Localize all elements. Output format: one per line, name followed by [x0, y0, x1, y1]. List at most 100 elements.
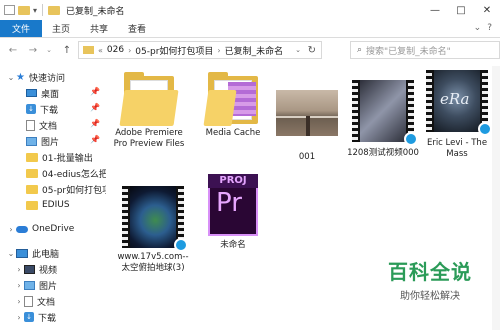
sidebar-item-pc-pictures[interactable]: › 图片 [14, 278, 57, 292]
sidebar-item-downloads[interactable]: ↓ 下载 [26, 102, 58, 116]
minimize-button[interactable]: — [422, 0, 448, 20]
expand-ribbon-icon[interactable]: ⌄ [474, 23, 482, 33]
file-item[interactable]: Media Cache [194, 70, 272, 139]
recent-locations-button[interactable]: ⌄ [42, 46, 56, 54]
chevron-right-icon[interactable]: › [14, 281, 24, 290]
sidebar-item-folder-04[interactable]: 04-edius怎么把 [26, 166, 108, 180]
maximize-button[interactable]: □ [448, 0, 474, 20]
file-item[interactable]: 1208测试视频000 [344, 80, 422, 159]
image-thumbnail [276, 90, 338, 136]
watermark-title: 百科全说 [388, 260, 472, 284]
help-icon[interactable]: ? [487, 23, 492, 33]
sidebar-item-pictures[interactable]: 图片 [26, 134, 59, 148]
chevron-right-icon[interactable]: › [14, 313, 24, 322]
thumbnail-text: eRa [440, 90, 470, 108]
file-name: 1208测试视频000 [347, 148, 419, 158]
file-name: 001 [298, 152, 316, 162]
tab-view[interactable]: 查看 [118, 20, 156, 37]
pin-icon[interactable]: 📌 [90, 87, 100, 96]
pin-icon[interactable]: 📌 [90, 103, 100, 112]
sidebar-item-folder-05[interactable]: 05-pr如何打包项 [26, 182, 111, 196]
sidebar-item-label: 01-批量输出 [42, 153, 93, 164]
chevron-right-icon[interactable]: › [14, 265, 24, 274]
chevron-right-icon[interactable]: › [6, 225, 16, 234]
video-badge-icon [478, 122, 492, 136]
sidebar-item-pc-documents[interactable]: › 文档 [14, 294, 55, 308]
sidebar-item-label: 下载 [40, 105, 59, 116]
search-placeholder: 搜索"已复制_未命名" [366, 46, 451, 57]
tab-home[interactable]: 主页 [42, 20, 80, 37]
document-icon [26, 119, 35, 131]
address-bar[interactable]: « 026 › 05-pr如何打包项目 › 已复制_未命名 ⌄ ↻ [78, 41, 322, 59]
sidebar-item-documents[interactable]: 文档 [26, 118, 57, 132]
sidebar-item-label: 图片 [41, 137, 60, 148]
pin-icon[interactable]: 📌 [90, 119, 100, 128]
desktop-icon [26, 89, 37, 97]
sidebar-item-onedrive[interactable]: › OneDrive [6, 222, 74, 236]
search-box[interactable]: ⌕ 搜索"已复制_未命名" [350, 41, 500, 59]
sidebar-item-label: 快速访问 [28, 73, 65, 84]
sidebar-item-label: 视频 [39, 265, 58, 276]
folder-icon [203, 70, 260, 126]
video-badge-icon [174, 238, 188, 252]
address-dropdown-icon[interactable]: ⌄ [295, 46, 301, 54]
premiere-project-icon: PROJ Pr [208, 174, 258, 236]
breadcrumb-05[interactable]: 05-pr如何打包项目 [135, 44, 213, 57]
back-button[interactable]: ← [6, 45, 20, 56]
chevron-down-icon[interactable]: ⌄ [6, 249, 16, 258]
pictures-icon [24, 280, 35, 290]
pictures-icon [26, 136, 37, 146]
sidebar-item-quick-access[interactable]: ⌄ ★ 快速访问 [6, 70, 65, 84]
download-icon: ↓ [26, 104, 36, 114]
file-item[interactable]: Adobe Premiere Pro Preview Files [110, 70, 188, 150]
file-item[interactable]: www.17v5.com--太空俯拍地球(3) [114, 186, 192, 274]
customize-toolbar-icon[interactable]: ▾ [33, 6, 37, 15]
breadcrumb-current[interactable]: 已复制_未命名 [225, 44, 284, 57]
pin-icon[interactable]: 📌 [90, 135, 100, 144]
file-name: 未命名 [220, 240, 246, 250]
chevron-right-icon[interactable]: › [128, 46, 131, 55]
document-icon [24, 295, 33, 307]
folder-icon [119, 70, 179, 126]
sidebar-item-this-pc[interactable]: ⌄ 此电脑 [6, 246, 59, 260]
file-item[interactable]: eRa Eric Levi - The Mass [418, 70, 496, 160]
chevron-right-icon[interactable]: › [14, 297, 24, 306]
file-name: Eric Levi - The Mass [426, 138, 488, 159]
sidebar-item-label: EDIUS [42, 200, 70, 210]
computer-icon [16, 248, 28, 258]
close-button[interactable]: ✕ [474, 0, 500, 20]
download-icon: ↓ [24, 312, 34, 322]
sidebar-item-desktop[interactable]: 桌面 [26, 86, 59, 100]
new-folder-icon[interactable] [18, 5, 30, 15]
sidebar-item-folder-01[interactable]: 01-批量输出 [26, 150, 93, 164]
sidebar-item-label: OneDrive [32, 224, 75, 234]
sidebar-item-videos[interactable]: › 视频 [14, 262, 57, 276]
sidebar-item-label: 下载 [38, 313, 57, 324]
ribbon-tabs: 文件 主页 共享 查看 ⌄ ? [0, 20, 500, 38]
chevron-down-icon[interactable]: ⌄ [6, 73, 16, 82]
video-icon [24, 264, 35, 274]
properties-icon[interactable] [4, 5, 15, 15]
refresh-icon[interactable]: ↻ [308, 45, 316, 56]
toolbar-divider [42, 4, 44, 16]
forward-button[interactable]: → [26, 45, 40, 56]
breadcrumb-026[interactable]: 026 [107, 45, 124, 55]
tab-share[interactable]: 共享 [80, 20, 118, 37]
folder-icon [26, 184, 38, 194]
window-title: 已复制_未命名 [66, 6, 125, 17]
file-item[interactable]: 001 [268, 90, 346, 163]
file-item[interactable]: PROJ Pr 未命名 [194, 174, 272, 251]
sidebar-item-pc-downloads[interactable]: › ↓ 下载 [14, 310, 56, 324]
sidebar-item-label: 04-edius怎么把 [42, 169, 108, 180]
proj-label: PROJ [208, 174, 258, 188]
chevron-right-icon[interactable]: › [217, 46, 220, 55]
watermark-subtitle: 助你轻松解决 [400, 291, 460, 302]
video-badge-icon [404, 132, 418, 146]
tab-file[interactable]: 文件 [0, 20, 43, 37]
up-button[interactable]: ↑ [60, 45, 74, 56]
path-overflow-icon[interactable]: « [98, 46, 103, 55]
folder-icon [26, 152, 38, 162]
sidebar-item-edius[interactable]: EDIUS [26, 198, 70, 212]
quick-access-toolbar: ▾ [0, 4, 61, 16]
sidebar-item-label: 桌面 [41, 89, 60, 100]
